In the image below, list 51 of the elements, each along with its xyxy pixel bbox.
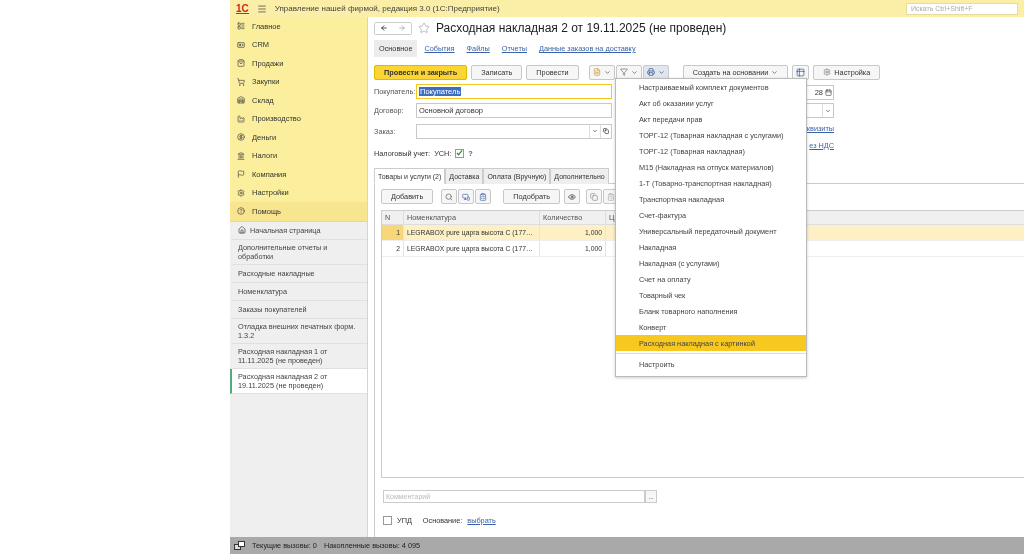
device-button[interactable] (458, 189, 475, 204)
settings-icon (823, 68, 832, 76)
barcode-search-button[interactable] (441, 189, 458, 204)
eye-icon (568, 192, 576, 201)
printer-icon (646, 68, 655, 76)
warehouse-icon (237, 96, 245, 105)
caret-icon (825, 107, 831, 114)
factory-icon (237, 114, 245, 123)
list-button[interactable] (475, 189, 492, 204)
dropdown-button[interactable] (589, 124, 600, 138)
caret-icon (630, 68, 638, 76)
cart-icon (237, 77, 245, 86)
windows-icon[interactable] (234, 541, 245, 550)
clipboard-icon (607, 192, 615, 201)
id-card-icon (237, 40, 245, 49)
caret-icon (657, 68, 665, 76)
back-arrow-icon (380, 24, 388, 32)
document-icon (592, 68, 601, 76)
app-logo: 1С (236, 3, 249, 14)
copy-icon (590, 192, 598, 201)
settings-icon (237, 188, 245, 197)
calendar-icon (825, 89, 832, 96)
copy-button[interactable] (586, 189, 602, 204)
clipboard-icon (479, 192, 488, 201)
open-button[interactable] (600, 124, 611, 138)
document-menu-button[interactable] (588, 64, 615, 80)
usn-checkbox[interactable] (455, 148, 465, 158)
upd-checkbox[interactable] (383, 515, 392, 525)
device-icon (462, 192, 471, 201)
help-icon (237, 207, 245, 216)
caret-icon (771, 68, 779, 76)
document-title: Расходная накладная 2 от 19.11.2025 (не проведен) (436, 21, 727, 35)
bag-icon (237, 59, 245, 68)
home-icon (238, 226, 246, 234)
list-icon (237, 22, 245, 31)
table-icon (796, 67, 806, 77)
dropdown-button[interactable] (822, 104, 833, 117)
flag-icon (237, 170, 245, 179)
window-title: Управление нашей фирмой, редакция 3.0 (1С:Предприятие) (274, 4, 500, 13)
caret-icon (592, 128, 598, 134)
filter-icon (619, 68, 628, 76)
copy-icon (603, 128, 609, 134)
landmark-icon (237, 151, 245, 160)
search-icon (445, 192, 454, 201)
order-field[interactable] (416, 123, 612, 139)
caret-icon (603, 68, 611, 76)
star-icon[interactable] (418, 22, 430, 34)
menu-icon[interactable] (256, 3, 267, 14)
coin-icon (237, 133, 245, 142)
forward-arrow-icon (398, 24, 406, 32)
view-button[interactable] (564, 189, 580, 204)
